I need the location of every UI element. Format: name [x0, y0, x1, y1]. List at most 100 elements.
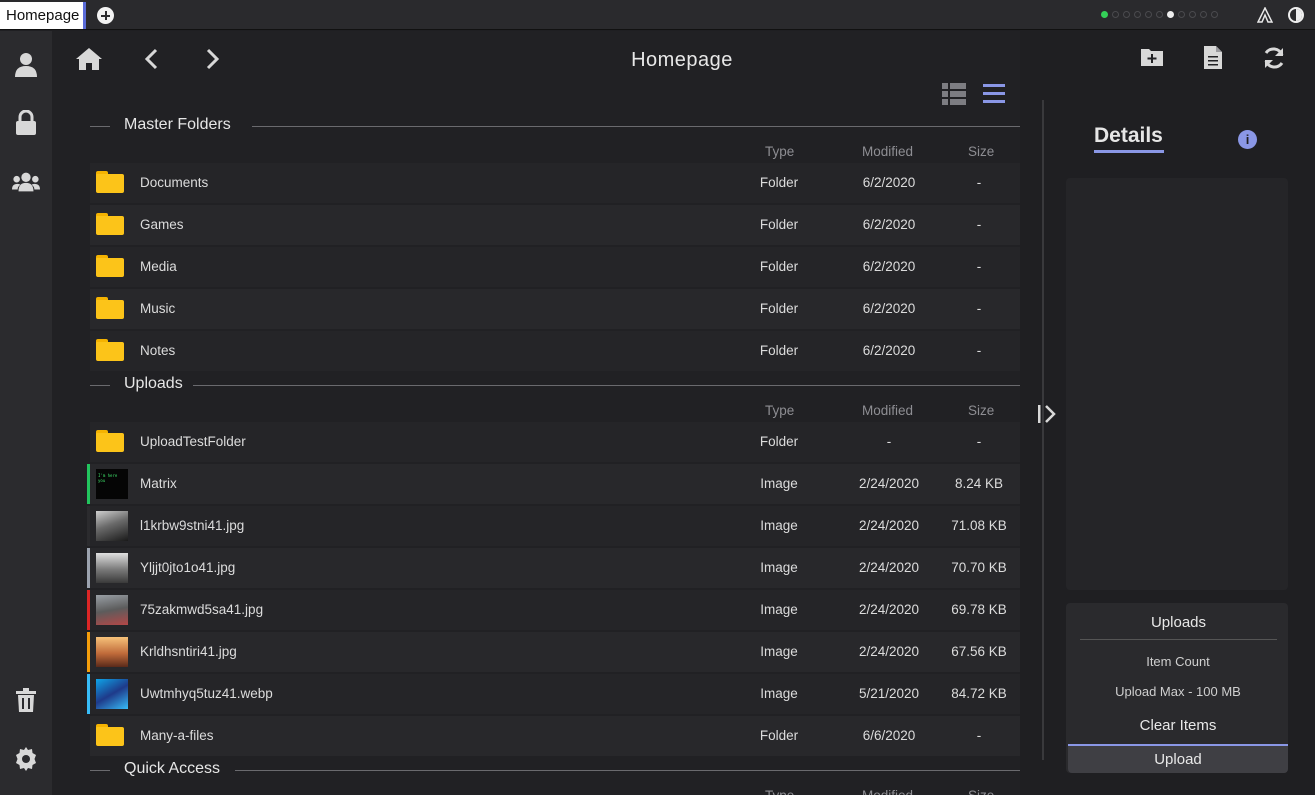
file-row[interactable]: Music Folder 6/2/2020 - — [90, 289, 1020, 329]
file-name: Media — [140, 259, 177, 274]
folder-icon — [96, 430, 124, 452]
column-type[interactable]: Type — [765, 403, 794, 418]
file-row[interactable]: UploadTestFolder Folder - - — [90, 422, 1020, 462]
item-count: Item Count — [1146, 654, 1210, 669]
section-title[interactable]: Uploads — [124, 375, 193, 393]
home-icon[interactable] — [75, 45, 103, 73]
column-type[interactable]: Type — [765, 144, 794, 159]
image-thumbnail — [96, 511, 128, 541]
file-size: - — [976, 728, 982, 743]
workspace-dot[interactable] — [1167, 11, 1174, 18]
new-folder-icon[interactable] — [1140, 45, 1164, 69]
column-header: Type Modified Size — [90, 138, 1020, 164]
file-modified: - — [886, 434, 892, 449]
file-name: Yljjt0jto1o41.jpg — [140, 560, 236, 575]
image-thumbnail — [96, 553, 128, 583]
workspace-dot[interactable] — [1145, 11, 1152, 18]
column-header: Type Modified Size — [90, 397, 1020, 423]
grid-view-icon[interactable] — [942, 83, 966, 105]
file-modified: 6/2/2020 — [862, 301, 916, 316]
upload-max: Upload Max - 100 MB — [1115, 684, 1241, 699]
workspace-dot[interactable] — [1211, 11, 1218, 18]
file-size: 84.72 KB — [951, 686, 1007, 701]
info-icon[interactable]: i — [1238, 130, 1257, 149]
file-size: - — [976, 217, 982, 232]
file-type: Folder — [759, 343, 799, 358]
workspace-dot[interactable] — [1189, 11, 1196, 18]
back-icon[interactable] — [138, 45, 166, 73]
collapse-panel-icon[interactable] — [1036, 403, 1060, 425]
folder-icon — [96, 297, 124, 319]
file-row[interactable]: l1krbw9stni41.jpg Image 2/24/2020 71.08 KB — [87, 506, 1020, 546]
file-size: - — [976, 343, 982, 358]
new-file-icon[interactable] — [1202, 45, 1224, 70]
color-tag — [87, 590, 90, 630]
section-title[interactable]: Master Folders — [124, 116, 241, 134]
workspace-dot[interactable] — [1112, 11, 1119, 18]
theme-toggle-icon[interactable] — [1288, 7, 1304, 23]
file-type: Image — [760, 686, 798, 701]
color-tag — [87, 632, 90, 672]
file-name: Uwtmhyq5tuz41.webp — [140, 686, 273, 701]
column-size[interactable]: Size — [968, 144, 994, 159]
refresh-icon[interactable] — [1262, 46, 1286, 70]
trash-icon[interactable] — [12, 686, 40, 714]
details-title: Details — [1094, 124, 1163, 147]
column-modified[interactable]: Modified — [862, 788, 913, 795]
file-row[interactable]: Yljjt0jto1o41.jpg Image 2/24/2020 70.70 KB — [87, 548, 1020, 588]
file-name: Notes — [140, 343, 176, 358]
upload-button[interactable]: Upload — [1068, 744, 1288, 773]
file-modified: 6/6/2020 — [862, 728, 916, 743]
tab-homepage[interactable]: Homepage — [0, 2, 86, 29]
file-row[interactable]: Krldhsntiri41.jpg Image 2/24/2020 67.56 KB — [87, 632, 1020, 672]
file-row[interactable]: Media Folder 6/2/2020 - — [90, 247, 1020, 287]
file-browser: Homepage Master Folders Type Modified Size D… — [52, 31, 1020, 795]
file-row[interactable]: Games Folder 6/2/2020 - — [90, 205, 1020, 245]
file-modified: 5/21/2020 — [858, 686, 920, 701]
file-row[interactable]: Documents Folder 6/2/2020 - — [90, 163, 1020, 203]
column-modified[interactable]: Modified — [862, 403, 913, 418]
file-row[interactable]: Many-a-files Folder 6/6/2020 - — [90, 716, 1020, 756]
color-tag — [87, 506, 90, 546]
list-view-icon[interactable] — [982, 83, 1006, 105]
file-row[interactable]: Notes Folder 6/2/2020 - — [90, 331, 1020, 371]
file-size: 8.24 KB — [954, 476, 1004, 491]
section-title[interactable]: Quick Access — [124, 760, 231, 778]
section-header: Master Folders — [90, 116, 1020, 136]
file-row[interactable]: I'm here you Matrix Image 2/24/2020 8.24 KB — [87, 464, 1020, 504]
file-row[interactable]: 75zakmwd5sa41.jpg Image 2/24/2020 69.78 KB — [87, 590, 1020, 630]
divider — [90, 385, 110, 386]
details-content — [1066, 178, 1288, 590]
workspace-dot[interactable] — [1200, 11, 1207, 18]
divider — [234, 770, 1020, 771]
workspace-dot[interactable] — [1123, 11, 1130, 18]
lock-icon[interactable] — [12, 109, 40, 137]
file-size: - — [976, 175, 982, 190]
file-row[interactable]: Uwtmhyq5tuz41.webp Image 5/21/2020 84.72 KB — [87, 674, 1020, 714]
gear-icon[interactable] — [12, 745, 40, 773]
panel-divider[interactable] — [1042, 100, 1044, 760]
workspace-dot[interactable] — [1134, 11, 1141, 18]
file-modified: 6/2/2020 — [862, 343, 916, 358]
users-icon[interactable] — [12, 168, 40, 196]
column-modified[interactable]: Modified — [862, 144, 913, 159]
folder-icon — [96, 339, 124, 361]
file-modified: 6/2/2020 — [862, 175, 916, 190]
tab-bar: Homepage — [0, 0, 1315, 30]
clear-items-button[interactable]: Clear Items — [1068, 716, 1288, 744]
page-title: Homepage — [631, 49, 733, 71]
workspace-dot[interactable] — [1101, 11, 1108, 18]
forward-icon[interactable] — [198, 45, 226, 73]
column-size[interactable]: Size — [968, 403, 994, 418]
color-tag — [87, 548, 90, 588]
column-type[interactable]: Type — [765, 788, 794, 795]
workspace-dot[interactable] — [1156, 11, 1163, 18]
user-icon[interactable] — [12, 51, 40, 79]
file-modified: 2/24/2020 — [858, 644, 920, 659]
workspace-dot[interactable] — [1178, 11, 1185, 18]
new-tab-icon[interactable] — [97, 7, 114, 24]
file-size: 67.56 KB — [951, 644, 1007, 659]
column-size[interactable]: Size — [968, 788, 994, 795]
file-type: Image — [760, 602, 798, 617]
file-size: - — [976, 259, 982, 274]
